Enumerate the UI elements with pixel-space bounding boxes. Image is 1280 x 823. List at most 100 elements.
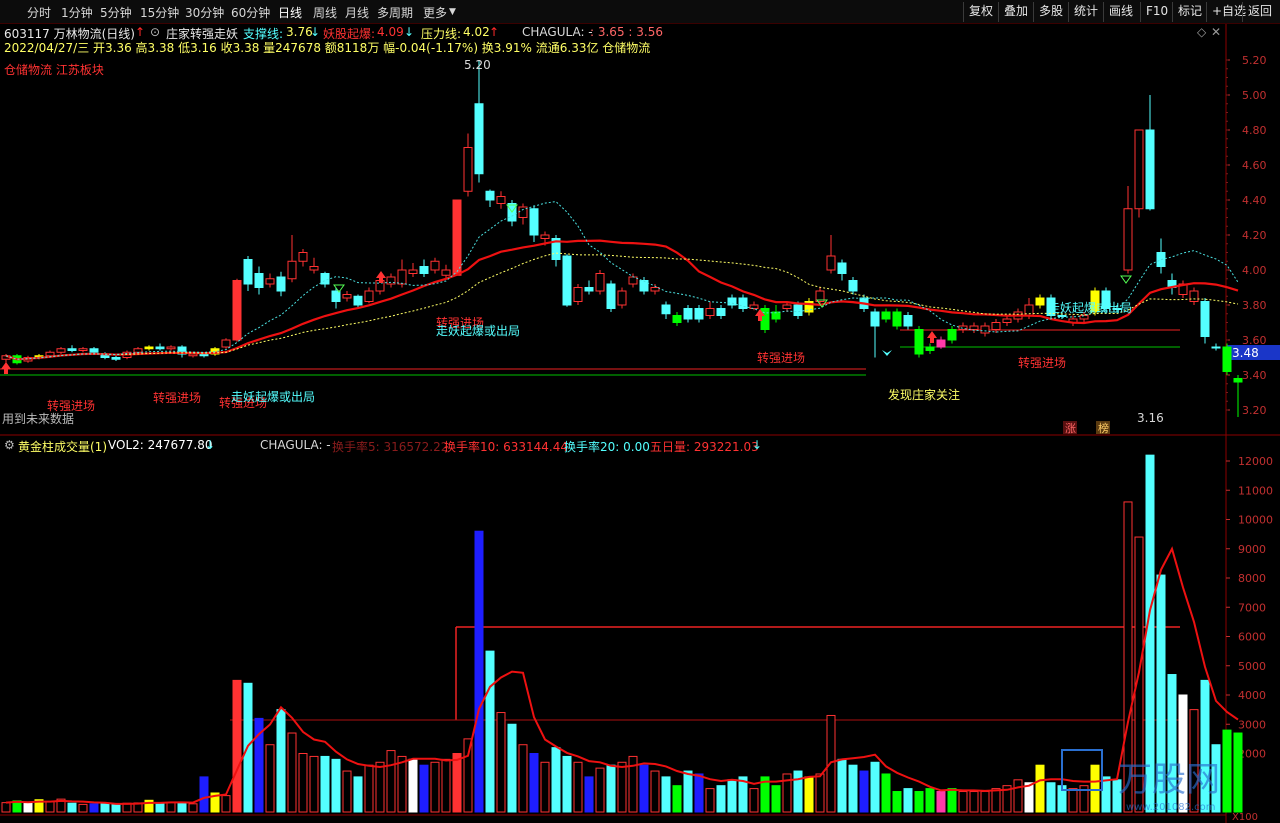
volume-bar xyxy=(199,776,209,813)
volume-bar xyxy=(287,732,297,813)
sell-arrow-icon xyxy=(1120,275,1132,284)
volume-tick-label: 10000 xyxy=(1238,514,1273,527)
candle-body xyxy=(749,304,759,309)
candle-body xyxy=(727,297,737,306)
price-tick-label: 4.00 xyxy=(1242,264,1267,277)
candle-body xyxy=(441,269,451,276)
volume-bar xyxy=(705,788,715,813)
volume-bar xyxy=(23,802,33,813)
volume-bar xyxy=(1145,454,1155,813)
volume-bar xyxy=(793,770,803,813)
candle-body xyxy=(309,266,319,271)
volume-bar xyxy=(507,723,517,813)
volume-bar xyxy=(364,764,374,813)
candle-body xyxy=(1145,129,1155,210)
volume-bar xyxy=(639,764,649,813)
volume-bar xyxy=(331,758,341,813)
candle-body xyxy=(1233,378,1243,383)
candle-body xyxy=(782,304,792,309)
buy-arrow-icon xyxy=(927,331,937,338)
volume-bar xyxy=(111,804,121,813)
bang-badge-label: 榜 xyxy=(1098,421,1109,435)
candle-body xyxy=(826,255,836,271)
candle-body xyxy=(848,280,858,292)
candle-body xyxy=(760,308,770,330)
volume-unit-label: X100 xyxy=(1232,812,1258,823)
signal-label-strong: 转强进场 xyxy=(757,350,805,365)
candle-body xyxy=(144,346,154,350)
candle-body xyxy=(56,348,66,353)
candle-body xyxy=(111,357,121,360)
volume-bar xyxy=(672,785,682,813)
candle-body xyxy=(1079,315,1089,320)
candle-body xyxy=(166,346,176,350)
price-tick-label: 4.20 xyxy=(1242,229,1267,242)
buy-arrow-icon xyxy=(758,316,762,321)
ma10-line xyxy=(5,201,1239,360)
candle-body xyxy=(1200,301,1210,337)
candle-body xyxy=(562,255,572,306)
volume-bar xyxy=(551,747,561,813)
candle-body xyxy=(45,351,55,357)
volume-bar xyxy=(386,750,396,813)
kline-chart[interactable]: 5.205.004.804.604.404.204.003.803.603.40… xyxy=(0,0,1280,823)
price-tick-label: 5.20 xyxy=(1242,54,1267,67)
volume-bar xyxy=(419,764,429,813)
volume-tick-label: 11000 xyxy=(1238,484,1273,497)
volume-bar xyxy=(1035,764,1045,813)
candle-body xyxy=(914,329,924,355)
volume-bar xyxy=(100,802,110,813)
candle-body xyxy=(364,290,374,302)
candle-body xyxy=(683,308,693,320)
candle-body xyxy=(1134,129,1144,210)
candle-body xyxy=(155,346,165,350)
candle-body xyxy=(320,273,330,285)
candle-body xyxy=(903,315,913,327)
signal-label-discover: 发现庄家关注 xyxy=(888,387,960,402)
candle-body xyxy=(738,297,748,309)
candle-body xyxy=(716,308,726,316)
volume-bar xyxy=(177,802,187,813)
candle-body xyxy=(1123,208,1133,271)
volume-bar xyxy=(562,755,572,813)
buy-arrow-icon xyxy=(1,362,11,369)
candle-body xyxy=(1222,346,1232,372)
volume-bar xyxy=(463,738,473,813)
candle-body xyxy=(287,260,297,280)
volume-bar xyxy=(1,802,11,813)
high-price-label: 5.20 xyxy=(464,58,491,72)
volume-bar xyxy=(397,755,407,813)
candle-body xyxy=(628,276,638,285)
volume-bar xyxy=(749,788,759,813)
buy-arrow-icon xyxy=(4,369,8,374)
volume-bar xyxy=(78,803,88,813)
candle-body xyxy=(243,259,253,285)
candle-body xyxy=(254,273,264,288)
candle-body xyxy=(221,339,231,348)
volume-bar xyxy=(1233,732,1243,813)
candle-body xyxy=(298,252,308,262)
volume-bar xyxy=(859,770,869,813)
volume-bar xyxy=(452,753,462,813)
volume-bar xyxy=(430,761,440,813)
volume-bar xyxy=(1068,788,1078,813)
volume-bar xyxy=(584,776,594,813)
buy-arrow-icon xyxy=(930,338,934,343)
signal-label-demon: 走妖起爆或出局 xyxy=(231,390,315,404)
volume-bar xyxy=(903,788,913,813)
candle-body xyxy=(188,353,198,357)
volume-bar xyxy=(815,773,825,813)
candle-body xyxy=(67,348,77,351)
candle-body xyxy=(408,269,418,274)
candle-body xyxy=(78,348,88,351)
candle-body xyxy=(1035,297,1045,306)
candle-body xyxy=(639,280,649,292)
volume-bar xyxy=(89,803,99,813)
candle-body xyxy=(1002,318,1012,323)
volume-bar xyxy=(540,761,550,813)
candle-body xyxy=(485,190,495,201)
volume-bar xyxy=(309,755,319,813)
candle-body xyxy=(496,196,506,204)
volume-bar xyxy=(474,530,484,813)
price-tick-label: 4.40 xyxy=(1242,194,1267,207)
